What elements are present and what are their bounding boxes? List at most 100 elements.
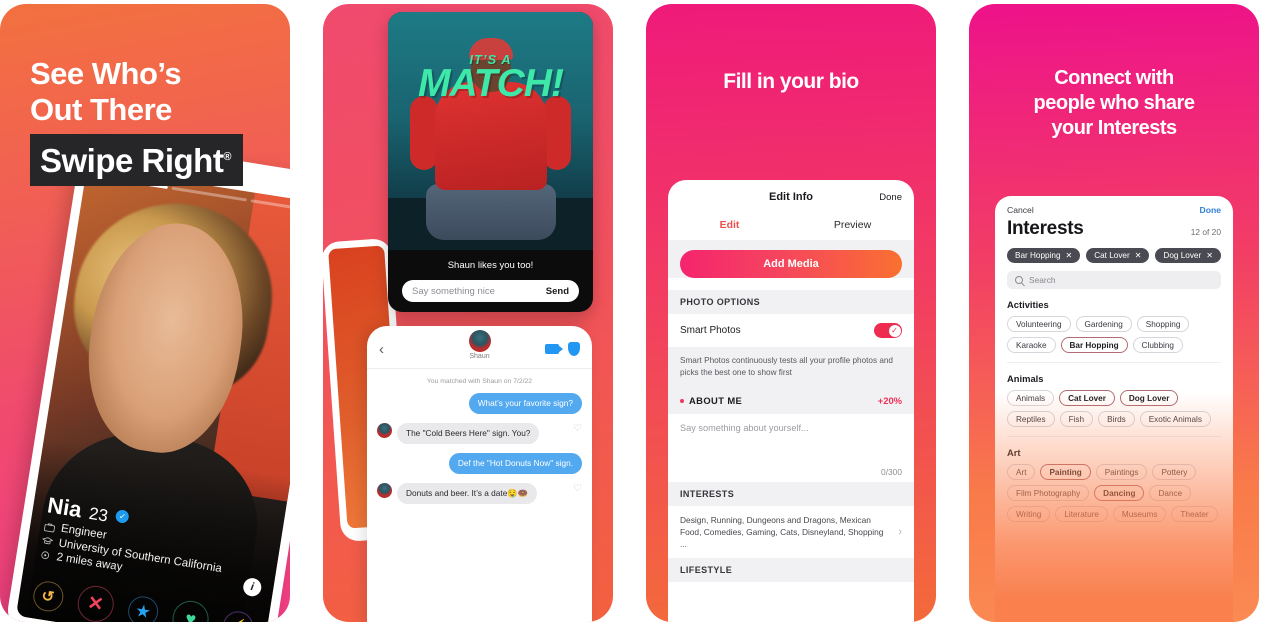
match-message-bar[interactable]: Say something nice Send [402,280,579,302]
graduation-cap-icon [41,537,54,545]
selected-pill[interactable]: Dog Lover ✕ [1155,248,1221,263]
chat-bubble-incoming[interactable]: The "Cold Beers Here" sign. You? [397,423,540,444]
interest-chip-selected[interactable]: Painting [1040,464,1091,480]
selected-pill[interactable]: Bar Hopping ✕ [1007,248,1081,263]
chevron-left-icon[interactable]: ‹ [379,341,384,358]
interest-chip[interactable]: Fish [1059,411,1094,427]
done-button[interactable]: Done [879,192,902,203]
search-placeholder: Search [1029,275,1056,285]
about-me-counter: 0/300 [881,467,902,477]
close-icon[interactable]: ✕ [1066,251,1073,260]
interest-chip[interactable]: Volunteering [1007,316,1071,332]
avatar [377,483,392,498]
search-input[interactable]: Search [1007,271,1221,289]
chat-bubble-incoming[interactable]: Donuts and beer. It’s a date🤤🍩 [397,483,537,504]
nope-button[interactable]: ✕ [74,583,117,622]
interest-chip[interactable]: Literature [1055,506,1108,522]
smart-photos-toggle[interactable]: ✓ [874,323,902,338]
lifestyle-header: LIFESTYLE [668,558,914,582]
toggle-knob-check-icon: ✓ [888,324,901,337]
panel4-headline-line3: your Interests [1051,117,1177,139]
panel3-headline: Fill in your bio [723,70,859,93]
page-title: Interests [1007,218,1084,239]
chat-message-list: What’s your favorite sign? The "Cold Bee… [367,393,592,504]
category-title: Activities [1007,299,1049,310]
chat-bubble-outgoing[interactable]: What’s your favorite sign? [468,393,582,414]
panel4-headline-line2: people who share [1033,92,1195,114]
likes-you-text: Shaun likes you too! [447,260,534,271]
interest-chip[interactable]: Reptiles [1007,411,1055,427]
selected-pill-label: Cat Lover [1094,251,1130,260]
heart-icon[interactable]: ♡ [573,483,582,494]
about-me-textarea[interactable]: Say something about yourself... 0/300 [668,414,914,482]
phone-mockup-interests: Cancel Done Interests 12 of 20 Bar Hoppi… [995,196,1233,622]
interest-chip[interactable]: Karaoke [1007,337,1056,353]
close-icon[interactable]: ✕ [1206,251,1213,260]
panel4-headline: Connect with people who share your Inter… [969,66,1259,141]
avatar[interactable] [468,330,491,352]
chat-message-row: What’s your favorite sign? [377,393,582,414]
app-store-screenshot-gallery: See Who’s Out There Swipe Right® Nia 23 [0,0,1265,625]
briefcase-icon [44,522,56,532]
chat-message-row: Donuts and beer. It’s a date🤤🍩 ♡ [377,483,582,504]
interest-chip-selected[interactable]: Dancing [1094,485,1145,501]
interest-category-activities: Activities Volunteering Gardening Shoppi… [995,289,1233,363]
add-media-section: Add Media [668,240,914,278]
tab-preview[interactable]: Preview [791,214,914,240]
interest-chip-selected[interactable]: Cat Lover [1059,390,1115,406]
tab-edit[interactable]: Edit [668,214,791,240]
interest-chip[interactable]: Film Photography [1007,485,1090,501]
interest-chip[interactable]: Theater [1171,506,1218,522]
interest-chip[interactable]: Gardening [1075,316,1132,332]
interest-chip[interactable]: Writing [1007,506,1051,522]
interests-value: Design, Running, Dungeons and Dragons, M… [680,515,884,549]
interest-chip[interactable]: Paintings [1095,464,1148,480]
interest-chip[interactable]: Shopping [1136,316,1190,332]
category-title: Art [1007,447,1021,458]
interest-chip[interactable]: Clubbing [1132,337,1183,353]
heart-icon[interactable]: ♡ [573,423,582,434]
profile-card[interactable]: Nia 23 ✓ Engineer University of Southern… [15,166,290,622]
interest-chip[interactable]: Animals [1007,390,1055,406]
panel-fill-in-your-bio: Fill in your bio Edit Info Done Edit Pre… [646,4,936,622]
interest-chip[interactable]: Dance [1149,485,1192,501]
shield-icon[interactable] [568,342,580,356]
cancel-button[interactable]: Cancel [1007,205,1034,215]
about-me-label: ABOUT ME [689,395,743,406]
photo-bar[interactable] [171,186,247,202]
boost-button[interactable]: ⚡ [221,609,256,622]
rewind-button[interactable]: ↺ [30,579,66,614]
interests-title-row: Interests 12 of 20 [995,215,1233,240]
panel1-headline-line1: See Who’s [30,56,182,91]
add-media-button[interactable]: Add Media [680,250,902,278]
photo-jeans [425,184,556,240]
selected-pill[interactable]: Cat Lover ✕ [1086,248,1150,263]
interest-chip[interactable]: Birds [1098,411,1135,427]
chevron-right-icon[interactable]: › [898,526,902,538]
interest-chip-selected[interactable]: Bar Hopping [1060,337,1128,353]
done-button[interactable]: Done [1200,205,1221,215]
superlike-button[interactable]: ★ [125,594,161,622]
send-button[interactable]: Send [546,286,569,297]
interest-chip[interactable]: Exotic Animals [1139,411,1211,427]
chat-bubble-outgoing[interactable]: Def the "Hot Donuts Now" sign. [448,453,582,474]
chat-message-row: The "Cold Beers Here" sign. You? ♡ [377,423,582,444]
smart-photos-row[interactable]: Smart Photos ✓ [668,314,914,347]
interest-chip[interactable]: Art [1007,464,1036,480]
interests-row[interactable]: Design, Running, Dungeons and Dragons, M… [668,506,914,558]
interest-chip[interactable]: Museums [1112,506,1167,522]
photo-options-header: PHOTO OPTIONS [668,290,914,314]
match-message-input[interactable]: Say something nice [412,286,495,297]
close-icon[interactable]: ✕ [1135,251,1142,260]
smart-photos-label: Smart Photos [680,325,741,336]
verified-badge-icon: ✓ [114,509,130,524]
video-camera-icon[interactable] [545,344,563,354]
match-photo: IT’S A MATCH! [388,12,593,250]
chat-header: ‹ Shaun [367,326,592,366]
interest-chip-selected[interactable]: Dog Lover [1119,390,1179,406]
edit-info-navbar: Edit Info Done [668,180,914,214]
phone-mockup-chat: ‹ Shaun You matched with Shaun on 7/2/22… [367,326,592,622]
match-title: MATCH! [418,62,564,105]
interest-chip[interactable]: Pottery [1152,464,1197,480]
chip-group: Animals Cat Lover Dog Lover Reptiles Fis… [1007,390,1221,427]
